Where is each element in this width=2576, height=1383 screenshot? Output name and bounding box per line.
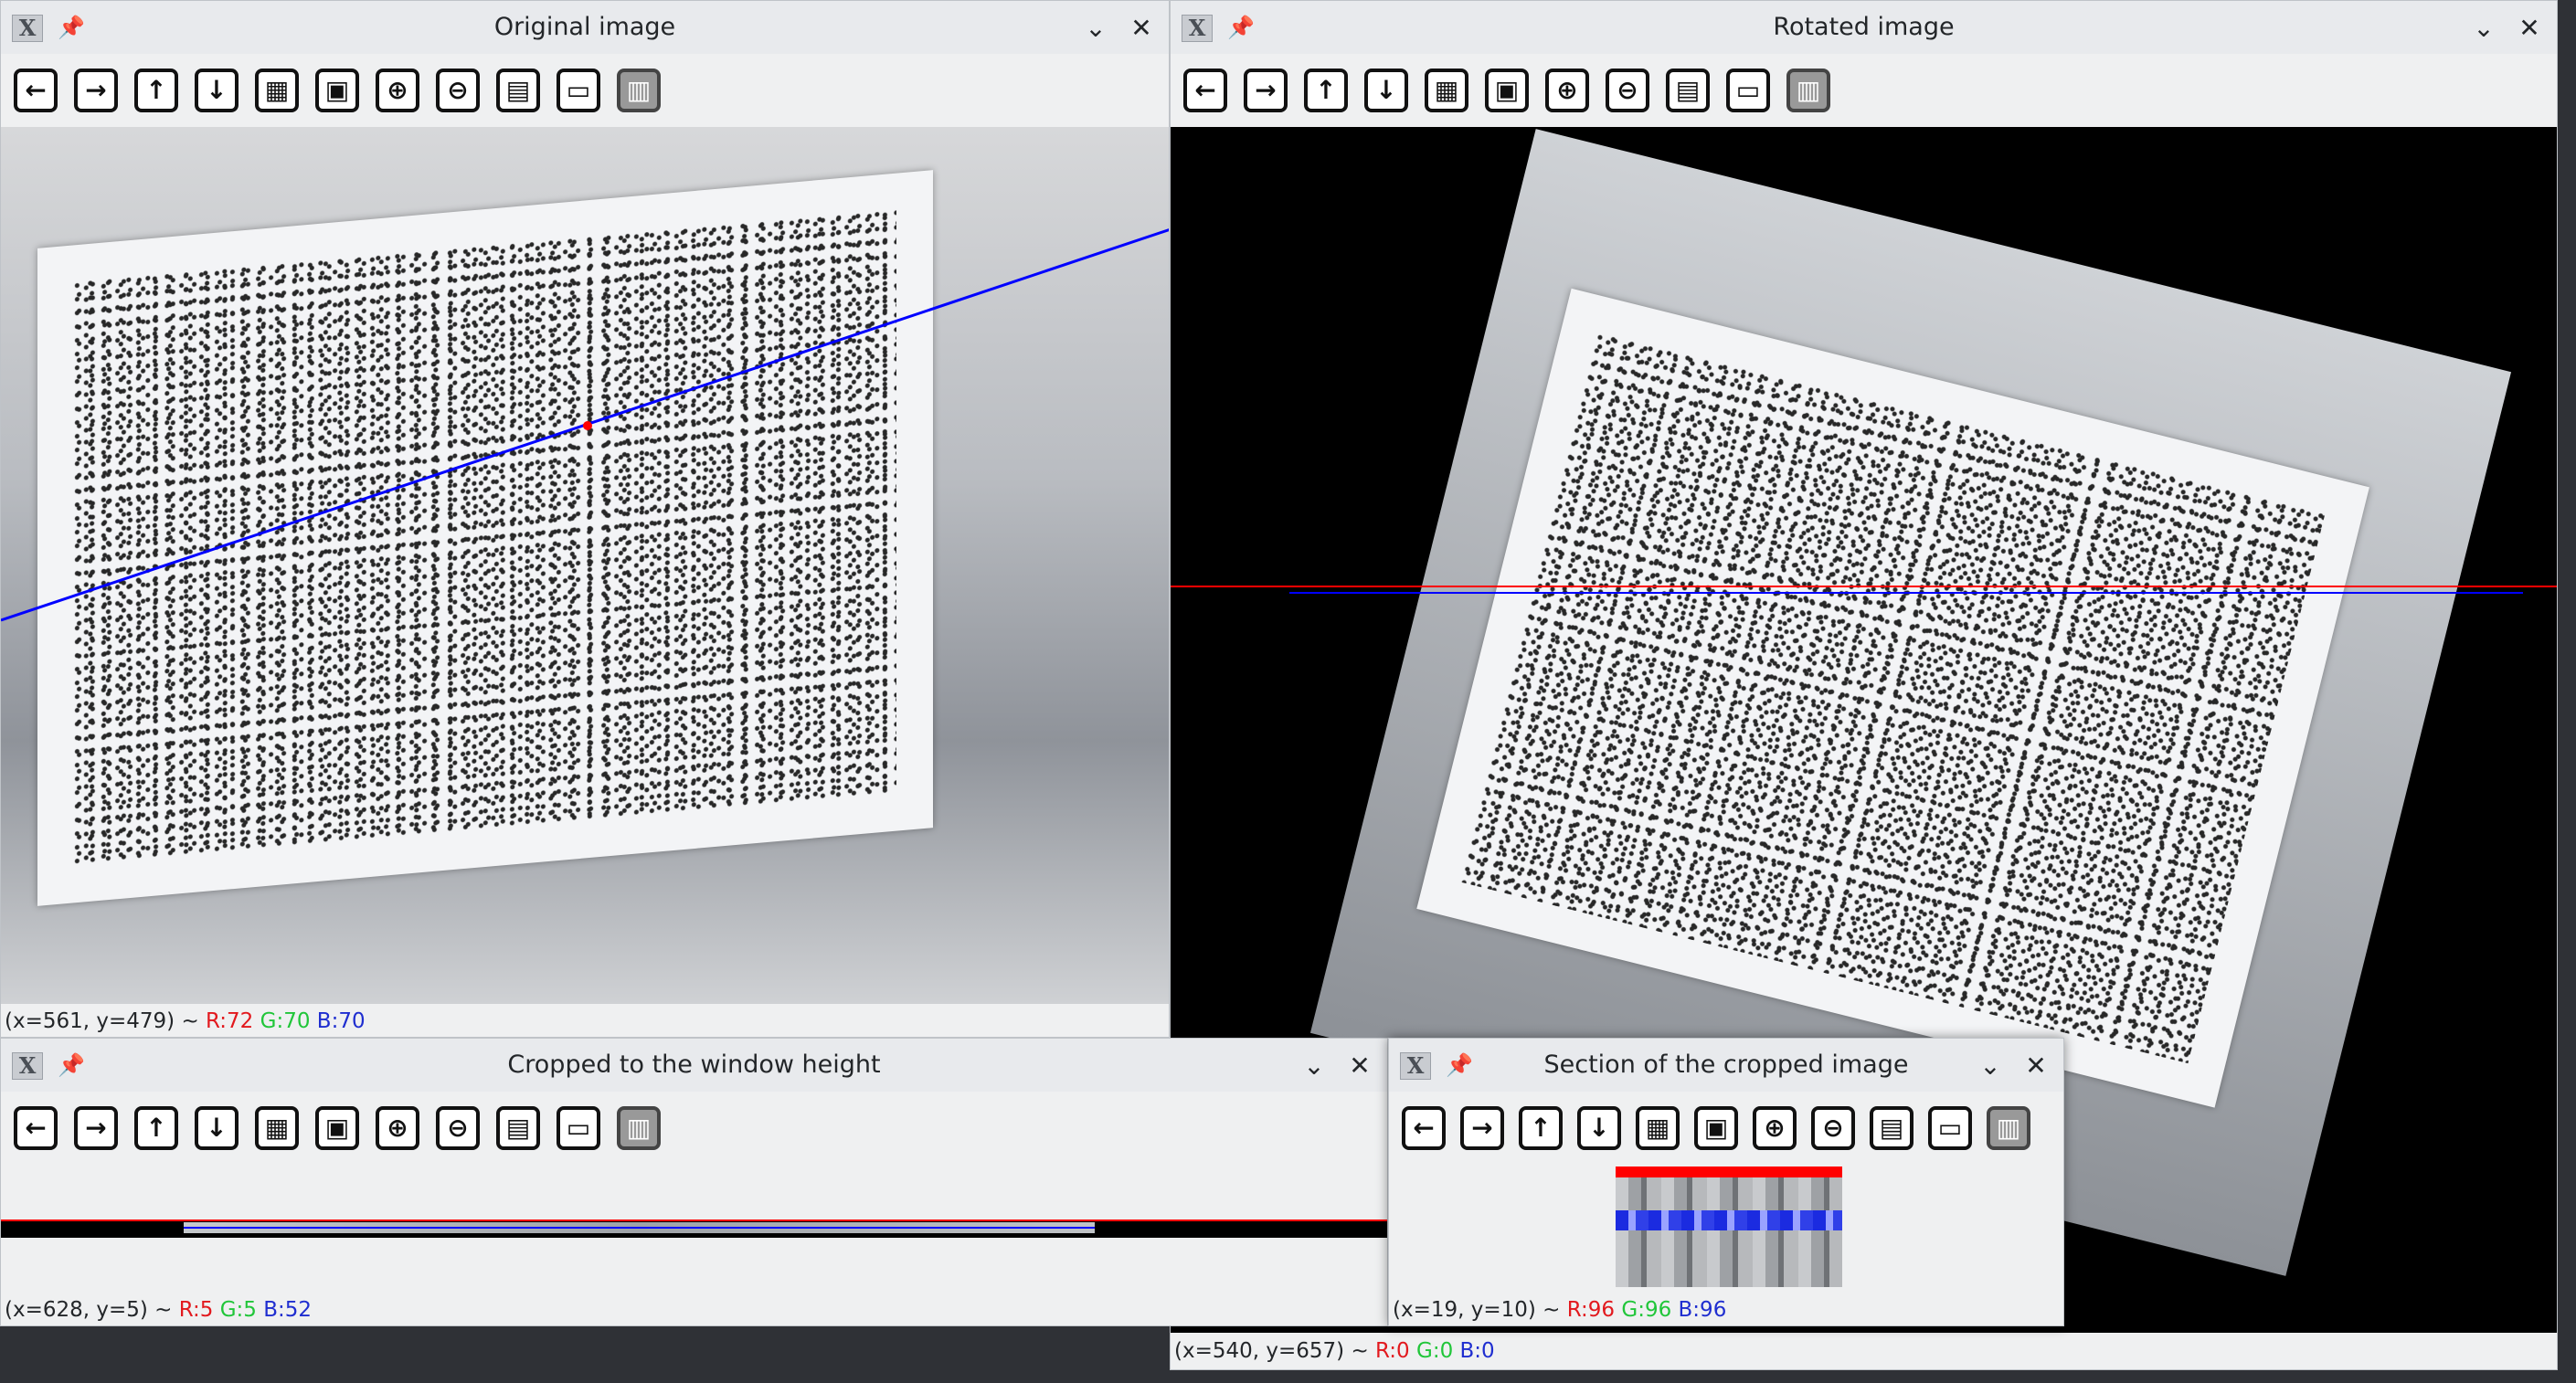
zoom-in-icon[interactable]: ⊕ xyxy=(1753,1106,1797,1150)
clipboard-icon[interactable]: ▭ xyxy=(557,1106,600,1150)
window-title: Original image xyxy=(493,13,676,41)
arrow-up-icon[interactable]: ↑ xyxy=(1519,1106,1563,1150)
title-bar: X 📌 Rotated image ⌄ ✕ xyxy=(1171,1,2557,54)
image-person-icon[interactable]: ▣ xyxy=(315,1106,359,1150)
save-icon[interactable]: ▤ xyxy=(1666,69,1710,112)
zoom-out-icon[interactable]: ⊖ xyxy=(1606,69,1649,112)
window-title: Rotated image xyxy=(1773,13,1955,41)
image-icon[interactable]: ▦ xyxy=(255,69,299,112)
title-bar: X 📌 Original image ⌄ ✕ xyxy=(1,1,1169,54)
app-icon: X xyxy=(12,1052,43,1080)
arrow-left-icon[interactable]: ← xyxy=(1183,69,1227,112)
properties-icon[interactable]: ▥ xyxy=(617,69,661,112)
clipboard-icon[interactable]: ▭ xyxy=(1928,1106,1972,1150)
arrow-up-icon[interactable]: ↑ xyxy=(1304,69,1348,112)
section-window: X 📌 Section of the cropped image ⌄ ✕ ← →… xyxy=(1388,1038,2064,1326)
arrow-up-icon[interactable]: ↑ xyxy=(134,1106,178,1150)
properties-icon[interactable]: ▥ xyxy=(617,1106,661,1150)
image-icon[interactable]: ▦ xyxy=(1425,69,1468,112)
minimize-chevron-icon[interactable]: ⌄ xyxy=(2469,14,2498,43)
zoom-in-icon[interactable]: ⊕ xyxy=(376,69,419,112)
zoom-in-icon[interactable]: ⊕ xyxy=(1545,69,1589,112)
minimize-chevron-icon[interactable]: ⌄ xyxy=(1976,1051,2005,1081)
clipboard-icon[interactable]: ▭ xyxy=(557,69,600,112)
app-icon: X xyxy=(1400,1052,1431,1080)
zoom-out-icon[interactable]: ⊖ xyxy=(436,69,480,112)
arrow-down-icon[interactable]: ↓ xyxy=(195,1106,239,1150)
arrow-right-icon[interactable]: → xyxy=(74,69,118,112)
close-icon[interactable]: ✕ xyxy=(2515,14,2544,43)
arrow-right-icon[interactable]: → xyxy=(74,1106,118,1150)
clipboard-icon[interactable]: ▭ xyxy=(1726,69,1770,112)
arrow-down-icon[interactable]: ↓ xyxy=(1577,1106,1621,1150)
cropped-image-strip[interactable] xyxy=(1,1219,1387,1238)
close-icon[interactable]: ✕ xyxy=(2021,1051,2051,1081)
zoom-out-icon[interactable]: ⊖ xyxy=(436,1106,480,1150)
arrow-down-icon[interactable]: ↓ xyxy=(1364,69,1408,112)
status-bar: (x=561, y=479) ~ R:72 G:70 B:70 xyxy=(5,1009,366,1033)
image-person-icon[interactable]: ▣ xyxy=(1485,69,1529,112)
arrow-up-icon[interactable]: ↑ xyxy=(134,69,178,112)
minimize-chevron-icon[interactable]: ⌄ xyxy=(1299,1051,1329,1081)
image-person-icon[interactable]: ▣ xyxy=(1694,1106,1738,1150)
zoom-in-icon[interactable]: ⊕ xyxy=(376,1106,419,1150)
toolbar: ← → ↑ ↓ ▦ ▣ ⊕ ⊖ ▤ ▭ ▥ xyxy=(1171,61,2557,120)
zoom-out-icon[interactable]: ⊖ xyxy=(1811,1106,1855,1150)
save-icon[interactable]: ▤ xyxy=(1870,1106,1913,1150)
arrow-right-icon[interactable]: → xyxy=(1244,69,1288,112)
image-icon[interactable]: ▦ xyxy=(1636,1106,1680,1150)
status-bar: (x=19, y=10) ~ R:96 G:96 B:96 xyxy=(1393,1298,1727,1322)
title-bar: X 📌 Section of the cropped image ⌄ ✕ xyxy=(1389,1039,2063,1092)
toolbar: ← → ↑ ↓ ▦ ▣ ⊕ ⊖ ▤ ▭ ▥ xyxy=(1,1099,1387,1157)
close-icon[interactable]: ✕ xyxy=(1345,1051,1374,1081)
image-person-icon[interactable]: ▣ xyxy=(315,69,359,112)
pin-icon[interactable]: 📌 xyxy=(1227,14,1255,41)
pin-icon[interactable]: 📌 xyxy=(1446,1051,1473,1079)
arrow-left-icon[interactable]: ← xyxy=(14,69,58,112)
arrow-down-icon[interactable]: ↓ xyxy=(195,69,239,112)
cropped-window: X 📌 Cropped to the window height ⌄ ✕ ← →… xyxy=(0,1038,1388,1326)
image-canvas[interactable] xyxy=(1,127,1169,1004)
save-icon[interactable]: ▤ xyxy=(496,69,540,112)
section-image[interactable] xyxy=(1616,1167,1842,1287)
arrow-left-icon[interactable]: ← xyxy=(14,1106,58,1150)
original-image-window: X 📌 Original image ⌄ ✕ ← → ↑ ↓ ▦ ▣ ⊕ ⊖ ▤… xyxy=(0,0,1170,1038)
save-icon[interactable]: ▤ xyxy=(496,1106,540,1150)
minimize-chevron-icon[interactable]: ⌄ xyxy=(1081,14,1110,43)
app-icon: X xyxy=(1182,15,1213,42)
title-bar: X 📌 Cropped to the window height ⌄ ✕ xyxy=(1,1039,1387,1092)
properties-icon[interactable]: ▥ xyxy=(1987,1106,2030,1150)
status-bar: (x=540, y=657) ~ R:0 G:0 B:0 xyxy=(1174,1339,1495,1363)
blue-line xyxy=(1,228,1169,622)
arrow-right-icon[interactable]: → xyxy=(1460,1106,1504,1150)
status-bar: (x=628, y=5) ~ R:5 G:5 B:52 xyxy=(5,1298,313,1322)
window-title: Cropped to the window height xyxy=(507,1050,881,1079)
toolbar: ← → ↑ ↓ ▦ ▣ ⊕ ⊖ ▤ ▭ ▥ xyxy=(1,61,1169,120)
app-icon: X xyxy=(12,15,43,42)
arrow-left-icon[interactable]: ← xyxy=(1402,1106,1446,1150)
window-title: Section of the cropped image xyxy=(1543,1050,1909,1079)
properties-icon[interactable]: ▥ xyxy=(1786,69,1830,112)
toolbar: ← → ↑ ↓ ▦ ▣ ⊕ ⊖ ▤ ▭ ▥ xyxy=(1389,1099,2063,1157)
image-icon[interactable]: ▦ xyxy=(255,1106,299,1150)
pin-icon[interactable]: 📌 xyxy=(58,1051,85,1079)
close-icon[interactable]: ✕ xyxy=(1127,14,1156,43)
pin-icon[interactable]: 📌 xyxy=(58,14,85,41)
